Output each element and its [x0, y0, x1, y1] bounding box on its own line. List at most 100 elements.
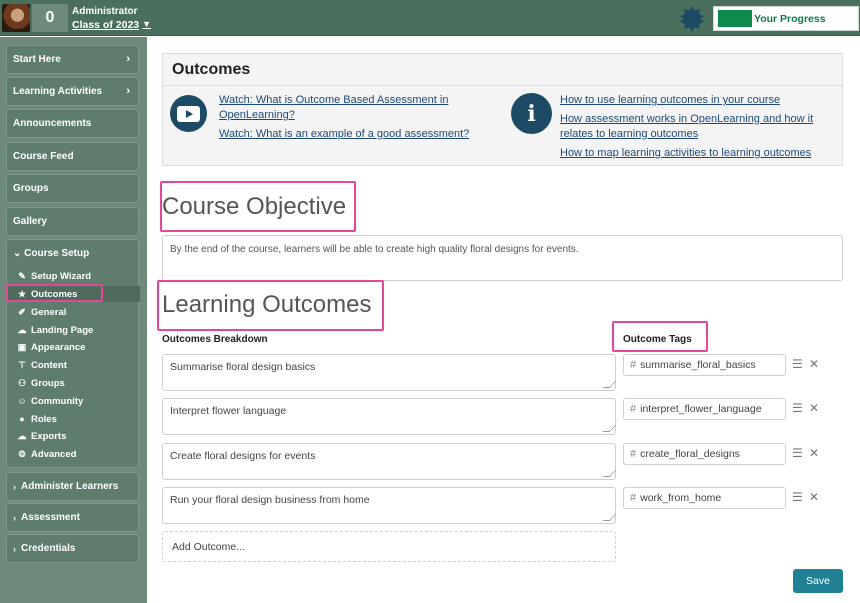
sidebar-item-course-feed[interactable]: Course Feed [6, 142, 139, 171]
drag-handle-icon[interactable]: ☰ [792, 401, 803, 415]
sidebar-item-label: Exports [31, 430, 67, 442]
image-icon: ▣ [17, 341, 27, 352]
progress-widget[interactable]: Your Progress [713, 6, 859, 31]
close-icon[interactable]: ✕ [809, 401, 819, 415]
sidebar-item-administer-learners[interactable]: › Administer Learners [6, 472, 139, 501]
hash-icon: # [630, 448, 637, 460]
sidebar-item-community[interactable]: ☺ Community [17, 393, 83, 409]
outcome-tag-field[interactable]: # create_floral_designs [623, 443, 786, 465]
outcome-field[interactable]: Run your floral design business from hom… [162, 487, 617, 524]
sidebar-item-setup-wizard[interactable]: ✎ Setup Wizard [17, 268, 91, 284]
resize-handle[interactable] [602, 514, 617, 521]
close-icon[interactable]: ✕ [809, 357, 819, 371]
outcome-tag-field[interactable]: # work_from_home [623, 487, 786, 509]
outcome-tag-field[interactable]: # interpret_flower_language [623, 398, 786, 420]
sidebar-item-groups[interactable]: Groups [6, 174, 139, 203]
sidebar-item-credentials[interactable]: › Credentials [6, 534, 139, 563]
outcome-text: Create floral designs for events [170, 450, 316, 462]
add-outcome-field[interactable]: Add Outcome... [162, 531, 616, 562]
course-setup-toggle[interactable]: ⌄ Course Setup [13, 248, 89, 259]
main-content: Outcomes Watch: What is Outcome Based As… [147, 37, 860, 603]
outcome-field[interactable]: Create floral designs for events [162, 443, 617, 480]
sidebar-item-assessment[interactable]: › Assessment [6, 503, 139, 532]
pencil-icon: ✎ [18, 270, 26, 281]
help-link-assessment-works[interactable]: How assessment works in OpenLearning and… [560, 112, 835, 142]
course-objective-highlight [160, 181, 356, 232]
sidebar-item-landing-page[interactable]: ☁ Landing Page [17, 322, 94, 338]
hash-icon: # [630, 359, 637, 371]
divider [163, 85, 842, 86]
sidebar-item-content[interactable]: ⊤ Content [17, 357, 67, 373]
outcome-tag-field[interactable]: # summarise_floral_basics [623, 354, 786, 376]
sidebar-item-label: Content [31, 359, 67, 371]
outcome-tag: create_floral_designs [640, 448, 740, 460]
edit-icon: ✐ [18, 306, 26, 317]
sidebar-item-label: Assessment [21, 512, 80, 523]
drag-handle-icon[interactable]: ☰ [792, 357, 803, 371]
sidebar-item-label: Credentials [21, 543, 76, 554]
outcomes-info-panel: Outcomes Watch: What is Outcome Based As… [162, 53, 843, 166]
sidebar-item-appearance[interactable]: ▣ Appearance [17, 339, 86, 355]
outcome-text: Interpret flower language [170, 405, 287, 417]
notification-count[interactable]: 0 [32, 4, 68, 32]
sidebar-item-learning-activities[interactable]: Learning Activities › [6, 77, 139, 106]
video-link-outcome-based-assessment[interactable]: Watch: What is Outcome Based Assessment … [219, 93, 479, 123]
cloud-icon: ☁ [17, 324, 27, 335]
sidebar-item-announcements[interactable]: Announcements [6, 109, 139, 138]
hash-icon: # [630, 403, 637, 415]
close-icon[interactable]: ✕ [809, 490, 819, 504]
sidebar-item-start-here[interactable]: Start Here › [6, 45, 139, 74]
resize-handle[interactable] [602, 381, 617, 388]
help-link-map-activities[interactable]: How to map learning activities to learni… [560, 146, 840, 161]
video-link-good-assessment[interactable]: Watch: What is an example of a good asse… [219, 127, 489, 142]
chevron-down-icon: ▼ [142, 19, 152, 29]
course-objective-field[interactable]: By the end of the course, learners will … [162, 235, 843, 281]
resize-handle[interactable] [602, 470, 617, 477]
drag-handle-icon[interactable]: ☰ [792, 446, 803, 460]
chevron-down-icon: ⌄ [13, 248, 25, 259]
sidebar-item-groups-setup[interactable]: ⚇ Groups [17, 375, 65, 391]
sidebar-item-exports[interactable]: ☁ Exports [17, 428, 67, 444]
sidebar-item-label: Appearance [31, 341, 86, 353]
save-button[interactable]: Save [793, 569, 843, 593]
avatar[interactable] [2, 4, 30, 32]
outcome-field[interactable]: Summarise floral design basics [162, 354, 617, 391]
sidebar-item-advanced[interactable]: ⚙ Advanced [17, 446, 76, 462]
sidebar-item-gallery[interactable]: Gallery [6, 207, 139, 236]
sidebar-item-label: Course Feed [13, 151, 74, 162]
sidebar-item-general[interactable]: ✐ General [17, 304, 66, 320]
chevron-right-icon: › [126, 53, 130, 65]
badge-icon[interactable] [679, 6, 705, 32]
sidebar: Start Here › Learning Activities › Annou… [0, 37, 147, 603]
class-selector[interactable]: Class of 2023 ▼ [72, 19, 151, 31]
sidebar-item-label: Announcements [13, 118, 92, 129]
outcomes-highlight [6, 284, 103, 302]
sidebar-item-label: Groups [31, 377, 65, 389]
sidebar-item-label: Community [31, 395, 84, 407]
drag-handle-icon[interactable]: ☰ [792, 490, 803, 504]
resize-handle[interactable] [602, 425, 617, 432]
outcome-tag: work_from_home [640, 492, 722, 504]
video-icon [170, 95, 207, 132]
sidebar-item-roles[interactable]: ● Roles [17, 411, 57, 427]
outcome-field[interactable]: Interpret flower language [162, 398, 617, 435]
hash-icon: # [630, 492, 637, 504]
sidebar-item-label: General [31, 306, 67, 318]
learning-outcomes-highlight [157, 280, 384, 331]
sidebar-item-label: Learning Activities [13, 86, 103, 97]
sitemap-icon: ⊤ [18, 359, 26, 370]
progress-label: Your Progress [754, 13, 826, 25]
sidebar-item-label: Start Here [13, 54, 61, 65]
outcome-tag: interpret_flower_language [640, 403, 762, 415]
cogs-icon: ⚙ [17, 448, 27, 459]
sidebar-item-label: Administer Learners [21, 481, 119, 492]
smile-icon: ☺ [17, 396, 27, 406]
sidebar-item-label: Landing Page [31, 324, 94, 336]
sidebar-item-label: Advanced [31, 448, 77, 460]
close-icon[interactable]: ✕ [809, 446, 819, 460]
info-icon: i [511, 93, 552, 134]
chevron-right-icon: › [13, 543, 16, 554]
outcomes-breakdown-header: Outcomes Breakdown [162, 334, 268, 345]
sidebar-item-label: Setup Wizard [31, 270, 92, 282]
help-link-use-outcomes[interactable]: How to use learning outcomes in your cou… [560, 93, 840, 108]
